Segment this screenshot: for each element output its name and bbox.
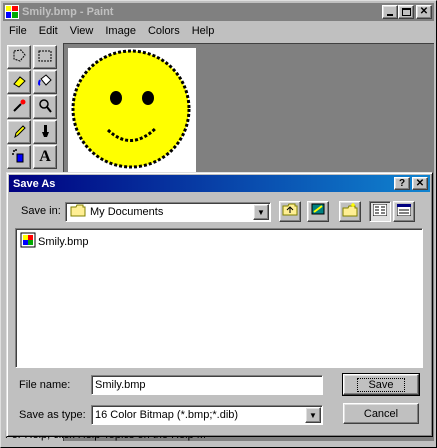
smiley-face [71,49,191,169]
menu-colors[interactable]: Colors [148,25,180,41]
desktop-icon [310,203,326,220]
free-select-tool[interactable] [7,45,31,69]
menu-bar: File Edit View Image Colors Help [9,25,226,41]
file-list[interactable]: Smily.bmp [15,228,423,368]
save-as-type-dropdown[interactable]: 16 Color Bitmap (*.bmp;*.dib) ▼ [91,405,323,425]
maximize-icon [401,8,411,16]
question-icon: ? [398,177,406,189]
chevron-down-icon: ▼ [257,207,265,217]
save-in-label: Save in: [21,205,61,217]
list-view-icon [372,203,388,219]
brush-tool[interactable] [33,120,57,144]
rect-select-icon [37,48,53,67]
dialog-close-button[interactable]: ✕ [412,177,428,190]
color-picker-tool[interactable] [7,95,31,119]
list-item[interactable]: Smily.bmp [20,232,89,251]
cancel-button[interactable]: Cancel [343,403,419,424]
menu-image[interactable]: Image [105,25,136,41]
maximize-button[interactable] [398,5,414,19]
dialog-title: Save As [13,177,56,190]
save-as-type-label: Save as type: [19,409,86,421]
magnifier-tool[interactable] [33,95,57,119]
paint-title: Smily.bmp - Paint [22,6,114,18]
save-in-dropdown-button[interactable]: ▼ [253,204,269,220]
file-name: Smily.bmp [38,235,89,248]
file-name-value: Smily.bmp [95,379,146,391]
menu-view[interactable]: View [70,25,94,41]
file-name-input[interactable]: Smily.bmp [91,375,323,395]
menu-edit[interactable]: Edit [39,25,58,41]
menu-file[interactable]: File [9,25,27,41]
paint-app-icon [5,5,19,19]
new-folder-button[interactable] [339,201,361,222]
dialog-titlebar[interactable]: Save As ? ✕ [9,175,430,192]
drawing-canvas[interactable] [68,48,196,176]
free-select-icon [11,48,27,67]
save-as-type-dropdown-button[interactable]: ▼ [305,407,321,423]
airbrush-tool[interactable] [7,145,31,169]
paint-titlebar[interactable]: Smily.bmp - Paint ✕ [3,3,434,21]
list-view-button[interactable] [369,201,391,222]
fill-tool[interactable] [33,70,57,94]
eraser-tool[interactable] [7,70,31,94]
pencil-icon [11,123,27,142]
close-icon: ✕ [415,177,425,189]
fill-bucket-icon [37,73,53,92]
text-tool[interactable]: A [33,145,57,169]
save-button[interactable]: Save [342,373,420,396]
minimize-button[interactable] [382,5,398,19]
save-in-dropdown[interactable]: My Documents ▼ [65,202,271,222]
save-as-type-value: 16 Color Bitmap (*.bmp;*.dib) [95,409,239,421]
eraser-icon [11,73,27,92]
chevron-down-icon: ▼ [309,410,317,420]
brush-icon [37,123,53,142]
file-name-label: File name: [19,379,71,391]
airbrush-icon [11,148,27,167]
rect-select-tool[interactable] [33,45,57,69]
details-view-icon [396,203,412,219]
magnifier-icon [37,98,53,117]
eyedropper-icon [11,98,27,117]
details-view-button[interactable] [393,201,415,222]
save-button-label: Save [357,377,405,392]
cancel-button-label: Cancel [363,407,399,420]
menu-help[interactable]: Help [192,25,215,41]
text-icon: A [39,148,51,165]
pencil-tool[interactable] [7,120,31,144]
dialog-help-button[interactable]: ? [394,177,410,190]
save-as-dialog: Save As ? ✕ Save in: My Documents ▼ Smil… [6,172,433,437]
new-folder-icon [342,203,358,220]
minimize-icon [387,14,393,16]
up-one-level-button[interactable] [279,201,301,222]
desktop-button[interactable] [307,201,329,222]
save-in-value: My Documents [90,206,164,218]
bitmap-file-icon [20,232,36,251]
close-button[interactable]: ✕ [416,5,432,19]
up-folder-icon [282,203,298,220]
folder-icon [70,204,86,220]
close-icon: ✕ [419,6,429,17]
